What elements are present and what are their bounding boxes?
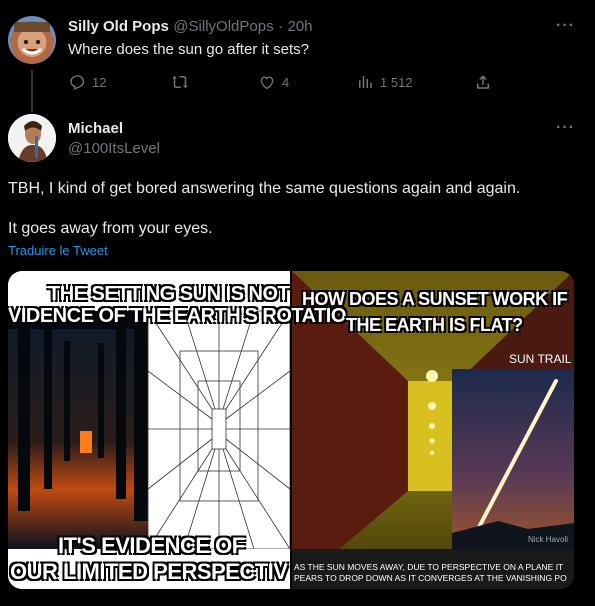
- thread-line: [31, 70, 33, 112]
- meme-caption-1: AS THE SUN MOVES AWAY, DUE TO PERSPECTIV…: [294, 562, 564, 572]
- more-icon[interactable]: ···: [556, 17, 575, 35]
- retweet-button[interactable]: [170, 73, 190, 91]
- like-count: 4: [282, 74, 290, 90]
- meme-caption-2: PEARS TO DROP DOWN AS IT CONVERGES AT TH…: [294, 573, 567, 583]
- retweet-icon: [172, 75, 188, 89]
- avatar-portrait-icon: [8, 114, 56, 162]
- more-icon[interactable]: ···: [556, 119, 575, 137]
- meme-left-bottom-1: IT'S EVIDENCE OF: [58, 533, 245, 558]
- reply-count: 12: [92, 74, 107, 90]
- meme-right-title-2: THE EARTH IS FLAT?: [346, 315, 523, 335]
- tweet1-time[interactable]: 20h: [287, 18, 312, 35]
- reply-icon: [70, 75, 85, 90]
- tweet2-display-name[interactable]: Michael: [68, 120, 123, 137]
- tweet2-text-line1: TBH, I kind of get bored answering the s…: [8, 180, 521, 197]
- tweet2-media[interactable]: THE SETTING SUN IS NOT VIDENCE OF THE EA…: [8, 271, 574, 589]
- translate-link[interactable]: Traduire le Tweet: [8, 243, 108, 258]
- views-icon: [359, 76, 372, 88]
- views-button[interactable]: 1 512: [356, 73, 413, 91]
- share-icon: [477, 75, 489, 89]
- tweet2-text-line2: It goes away from your eyes.: [8, 220, 213, 237]
- avatar-face-icon: [14, 22, 50, 55]
- like-icon: [260, 76, 274, 90]
- tweet1-display-name[interactable]: Silly Old Pops: [68, 18, 169, 35]
- reply-button[interactable]: 12: [68, 73, 106, 91]
- tweet1-handle[interactable]: @SillyOldPops: [173, 18, 273, 35]
- views-count: 1 512: [380, 74, 413, 90]
- share-button[interactable]: [474, 73, 492, 91]
- tweet2-handle[interactable]: @100ItsLevel: [68, 140, 160, 157]
- meme-right-title-1: HOW DOES A SUNSET WORK IF: [302, 289, 568, 309]
- photo-credit: Nick Havoli: [528, 535, 569, 544]
- sun-trail-label: SUN TRAIL: [509, 352, 572, 366]
- avatar-michael[interactable]: [8, 114, 56, 162]
- like-button[interactable]: 4: [258, 73, 289, 91]
- meme-left-bottom-2: OUR LIMITED PERSPECTIV: [10, 559, 288, 584]
- tweet1-separator: ·: [278, 18, 284, 35]
- avatar-silly-old-pops[interactable]: [8, 16, 56, 64]
- meme-left-title-1: THE SETTING SUN IS NOT: [48, 283, 290, 305]
- tweet1-header: Silly Old Pops @SillyOldPops · 20h: [68, 18, 313, 36]
- tweet1-text: Where does the sun go after it sets?: [68, 41, 309, 58]
- meme-left-title-2: VIDENCE OF THE EARTH'S ROTATIO: [8, 305, 346, 327]
